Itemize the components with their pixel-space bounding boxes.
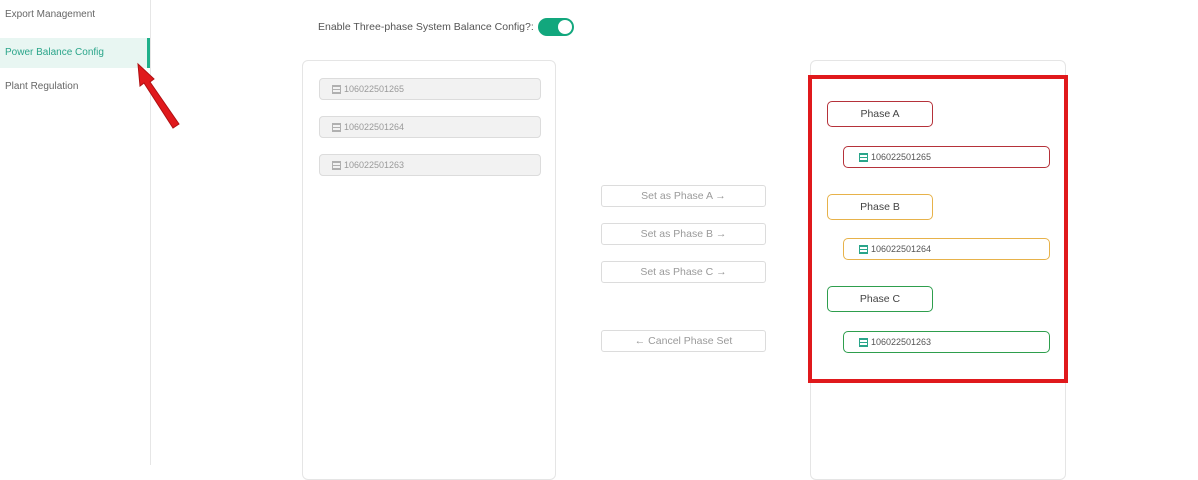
phase-a-label[interactable]: Phase A [827, 101, 933, 127]
device-item[interactable]: 106022501264 [319, 116, 541, 138]
sidebar-item-label: Export Management [5, 9, 96, 20]
sidebar-item-export-management[interactable]: Export Management [0, 0, 150, 30]
device-item[interactable]: 106022501265 [319, 78, 541, 100]
phase-c-label[interactable]: Phase C [827, 286, 933, 312]
three-phase-balance-toggle[interactable] [537, 18, 574, 36]
annotation-arrow-icon [137, 62, 180, 129]
device-item[interactable]: 106022501263 [319, 154, 541, 176]
device-icon [859, 337, 868, 347]
toggle-label: Enable Three-phase System Balance Config… [318, 21, 534, 33]
device-serial: 106022501263 [871, 337, 932, 347]
phase-assignment-panel: Phase A 106022501265 Phase B 10602250126… [810, 60, 1066, 480]
device-serial: 106022501264 [344, 122, 405, 132]
device-serial: 106022501263 [344, 160, 405, 170]
sidebar-item-power-balance-config[interactable]: Power Balance Config [0, 38, 150, 68]
set-phase-a-button[interactable]: Set as Phase A → [601, 185, 766, 207]
sidebar-item-label: Power Balance Config [5, 47, 104, 58]
device-icon [859, 152, 868, 162]
device-icon [332, 160, 341, 170]
device-icon [859, 244, 868, 254]
sidebar-item-label: Plant Regulation [5, 81, 79, 92]
device-list-panel: 106022501265 106022501264 106022501263 [302, 60, 556, 480]
three-phase-balance-toggle-row: Enable Three-phase System Balance Config… [318, 17, 574, 37]
toggle-knob [557, 20, 572, 34]
device-serial: 106022501265 [871, 152, 932, 162]
phase-b-label[interactable]: Phase B [827, 194, 933, 220]
sidebar-item-plant-regulation[interactable]: Plant Regulation [0, 72, 150, 102]
device-icon [332, 122, 341, 132]
device-serial: 106022501264 [871, 244, 932, 254]
phase-c-device[interactable]: 106022501263 [843, 331, 1050, 353]
phase-b-device[interactable]: 106022501264 [843, 238, 1050, 260]
device-icon [332, 84, 341, 94]
device-serial: 106022501265 [344, 84, 405, 94]
set-phase-b-button[interactable]: Set as Phase B → [601, 223, 766, 245]
sidebar: Export Management Power Balance Config P… [0, 0, 151, 465]
set-phase-c-button[interactable]: Set as Phase C → [601, 261, 766, 283]
phase-a-device[interactable]: 106022501265 [843, 146, 1050, 168]
cancel-phase-set-button[interactable]: ← Cancel Phase Set [601, 330, 766, 352]
